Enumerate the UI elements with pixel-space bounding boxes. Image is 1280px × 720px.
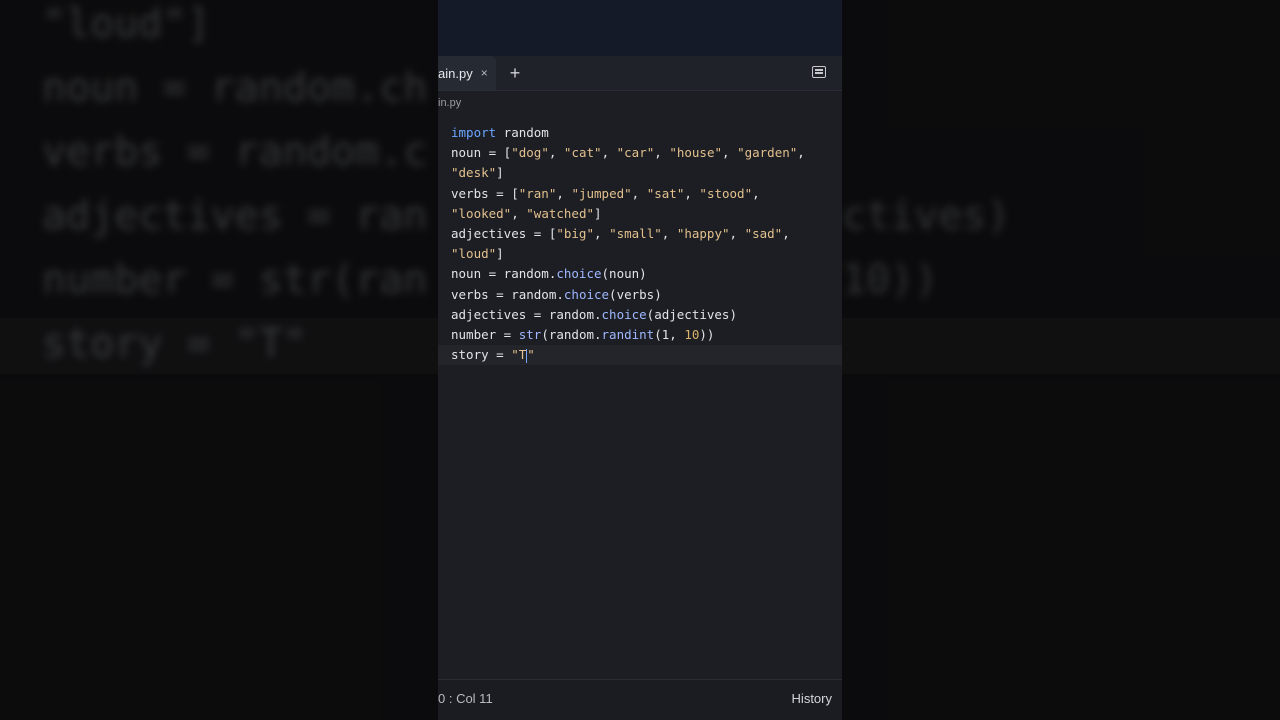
number: 10 [684, 326, 700, 342]
code-line: verbs = ["ran", "jumped", "sat", "stood"… [451, 185, 760, 201]
code-text: (verbs) [609, 286, 662, 302]
add-tab-icon[interactable]: + [510, 64, 521, 82]
string: "big" [556, 225, 594, 241]
status-bar: 0 : Col 11 History [438, 679, 842, 720]
string: "desk" [451, 165, 497, 181]
code-text: story = [451, 347, 512, 363]
string: "T [511, 347, 527, 363]
string: "sad" [744, 225, 783, 241]
string: "sat" [646, 185, 685, 201]
breadcrumb: in.py [438, 97, 462, 109]
tab-main-py[interactable]: ain.py × [438, 56, 496, 90]
code-text: random [496, 125, 549, 140]
string: "jumped" [571, 185, 632, 201]
string: "ran" [518, 185, 557, 201]
shade-left [0, 0, 438, 720]
code-text: ] [594, 205, 602, 221]
function-name: randint [601, 326, 655, 342]
code-line: "loud"] [438, 244, 842, 264]
code-editor[interactable]: import random noun = ["dog", "cat", "car… [438, 115, 842, 365]
code-text: number = [451, 326, 519, 342]
code-line: "desk"] [438, 163, 842, 183]
code-text: (1, [654, 326, 685, 342]
cursor-position: 0 : Col 11 [438, 691, 493, 706]
code-text: (random. [541, 326, 602, 342]
code-text: adjectives = [ [451, 225, 557, 241]
string: "stood" [699, 185, 753, 201]
code-line: noun = ["dog", "cat", "car", "house", "g… [451, 145, 805, 161]
code-line: number = str(random.randint(1, 10)) [438, 325, 842, 345]
code-text: ] [496, 165, 504, 181]
function-name: choice [601, 306, 647, 322]
editor-panel: ain.py × + in.py import random noun = ["… [438, 0, 842, 720]
code-text: adjectives = random. [451, 306, 602, 322]
keyword: import [451, 125, 497, 140]
code-line: "looked", "watched"] [451, 205, 602, 221]
code-line-active: story = "T" [438, 345, 842, 365]
function-name: choice [556, 266, 602, 282]
code-line: adjectives = random.choice(adjectives) [438, 305, 842, 325]
close-icon[interactable]: × [481, 66, 488, 80]
tab-bar: ain.py × + [438, 56, 842, 91]
code-line: noun = random.choice(noun) [438, 264, 842, 284]
string: "garden" [737, 145, 798, 161]
code-text: ] [496, 246, 504, 262]
shade-right [842, 0, 1280, 720]
string: "looked" [451, 205, 512, 221]
code-line: import random [438, 123, 842, 143]
code-line: adjectives = ["big", "small", "happy", "… [451, 225, 790, 241]
function-name: str [518, 326, 542, 342]
string: "dog" [511, 145, 549, 161]
status-area [438, 0, 842, 56]
string: "house" [669, 145, 723, 161]
tab-label: ain.py [438, 65, 473, 81]
string: "watched" [526, 205, 595, 221]
string: " [527, 347, 535, 363]
code-text: verbs = random. [451, 286, 564, 302]
function-name: choice [563, 286, 610, 302]
panel-toggle-icon[interactable] [812, 66, 826, 78]
code-text: verbs = [ [451, 185, 519, 201]
code-line: verbs = random.choice(verbs) [438, 285, 842, 305]
code-text: noun = random. [451, 266, 557, 282]
code-text: )) [699, 326, 715, 342]
code-text: noun = [ [451, 145, 512, 161]
history-button[interactable]: History [792, 691, 832, 706]
string: "loud" [451, 246, 497, 262]
string: "car" [616, 145, 655, 161]
code-text: (noun) [601, 266, 647, 282]
code-text: (adjectives) [646, 306, 737, 322]
string: "small" [609, 225, 662, 241]
string: "cat" [563, 145, 602, 161]
string: "happy" [676, 225, 730, 241]
